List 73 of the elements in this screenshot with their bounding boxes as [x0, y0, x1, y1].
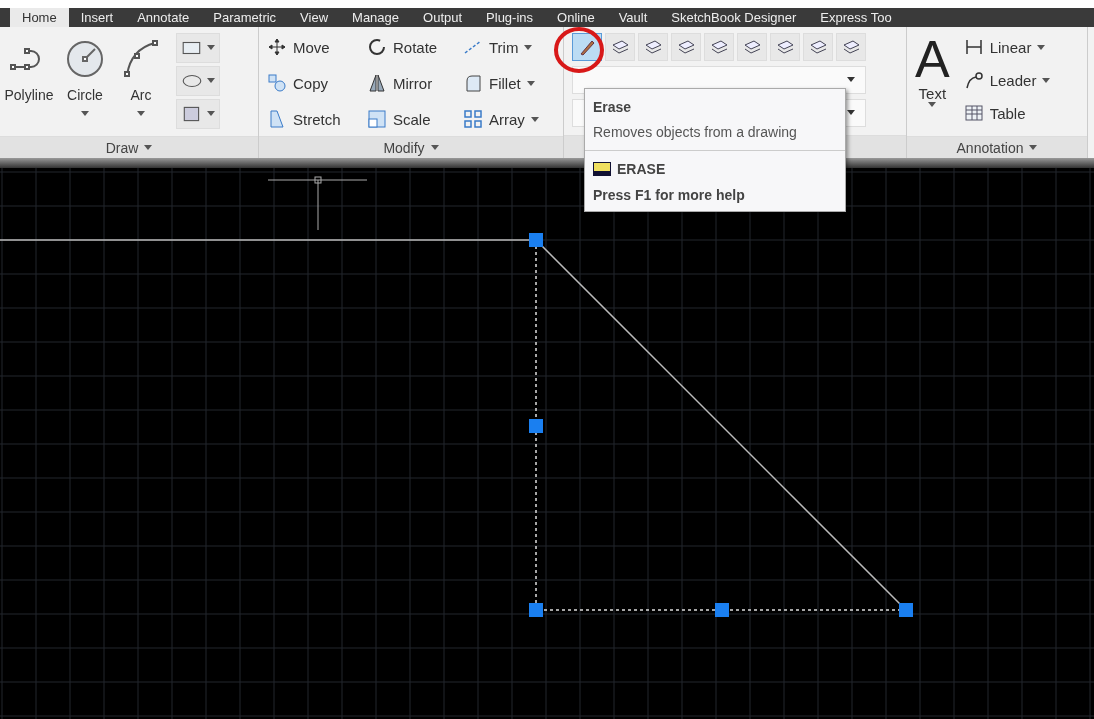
tooltip-title: Erase	[593, 99, 633, 115]
grip-handle[interactable]	[529, 419, 543, 433]
ribbon-tab[interactable]: Parametric	[201, 7, 289, 27]
grip-handle[interactable]	[899, 603, 913, 617]
caret-icon	[207, 78, 215, 84]
caret-icon	[847, 110, 855, 116]
shape-tool-button[interactable]	[176, 32, 220, 63]
modify-tool-button[interactable]: Trim	[459, 32, 559, 62]
grip-handle[interactable]	[529, 603, 543, 617]
annotation-tool-button[interactable]: Table	[959, 98, 1055, 128]
caret-icon	[207, 111, 215, 117]
panel-title[interactable]: Annotation	[907, 136, 1087, 159]
highlight-circle	[553, 26, 605, 74]
grip-handle[interactable]	[529, 233, 543, 247]
panel-title[interactable]: Draw	[0, 136, 258, 159]
ribbon-tab[interactable]: Home	[10, 7, 69, 27]
text-tool-button[interactable]: A Text	[911, 32, 954, 137]
tool-icon	[367, 73, 387, 94]
ribbon-tab[interactable]: Vault	[606, 7, 660, 27]
caret-icon	[137, 110, 145, 116]
caret-icon	[207, 45, 215, 51]
modify-tool-button[interactable]: Move	[263, 32, 363, 62]
caret-icon	[430, 145, 439, 151]
modify-tool-button[interactable]: Scale	[363, 104, 459, 134]
panel-title[interactable]: Modify	[259, 136, 563, 159]
caret-icon	[1042, 77, 1051, 83]
command-name: ERASE	[617, 161, 666, 177]
tool-icon	[367, 37, 387, 58]
tool-icon	[267, 37, 287, 58]
tool-icon	[65, 38, 105, 79]
tool-icon	[963, 70, 984, 91]
ribbon-tab[interactable]: Plug-ins	[474, 7, 546, 27]
modify-tool-button[interactable]: Mirror	[363, 68, 459, 98]
draw-tool-button[interactable]: Polyline	[4, 32, 54, 137]
modify-tool-button[interactable]: Stretch	[263, 104, 363, 134]
shape-tool-button[interactable]	[176, 65, 220, 96]
modify-tool-button[interactable]: Array	[459, 104, 559, 134]
caret-icon	[1029, 145, 1038, 151]
tool-icon	[963, 103, 984, 124]
ribbon-tab[interactable]: Express Too	[808, 7, 904, 27]
ribbon-tab[interactable]: Manage	[340, 7, 412, 27]
annotation-tool-button[interactable]: Leader	[959, 65, 1055, 95]
grip-handle[interactable]	[715, 603, 729, 617]
modify-tool-button[interactable]: Copy	[263, 68, 363, 98]
caret-icon	[530, 116, 539, 122]
ribbon-tab[interactable]: SketchBook Designer	[659, 7, 809, 27]
tool-icon	[267, 109, 287, 130]
draw-tool-button[interactable]: Circle	[60, 32, 110, 137]
ribbon-tab[interactable]: View	[288, 7, 341, 27]
annotation-tool-button[interactable]: Linear	[959, 32, 1055, 62]
draw-tool-button[interactable]: Arc	[116, 32, 166, 137]
caret-icon	[144, 145, 153, 151]
caret-icon	[526, 80, 535, 86]
modify-tool-button[interactable]: Fillet	[459, 68, 559, 98]
ribbon-tab[interactable]: Online	[545, 7, 607, 27]
ribbon-tab[interactable]: Insert	[68, 7, 126, 27]
ribbon-tab[interactable]: Output	[411, 7, 475, 27]
command-icon	[593, 162, 611, 176]
caret-icon	[847, 77, 855, 83]
shape-tool-button[interactable]	[176, 98, 220, 129]
ribbon-tab[interactable]: Annotate	[125, 7, 202, 27]
modify-tool-button[interactable]: Rotate	[363, 32, 459, 62]
tool-icon	[367, 109, 387, 130]
caret-icon	[81, 110, 89, 116]
caret-icon	[1037, 44, 1046, 50]
caret-icon	[928, 101, 937, 107]
caret-icon	[524, 44, 533, 50]
tool-icon	[463, 73, 483, 94]
tool-icon	[463, 109, 483, 130]
tool-icon	[121, 38, 161, 79]
tool-icon	[267, 73, 287, 94]
help-hint: Press F1 for more help	[592, 186, 746, 203]
tooltip-description: Removes objects from a drawing	[593, 124, 798, 140]
